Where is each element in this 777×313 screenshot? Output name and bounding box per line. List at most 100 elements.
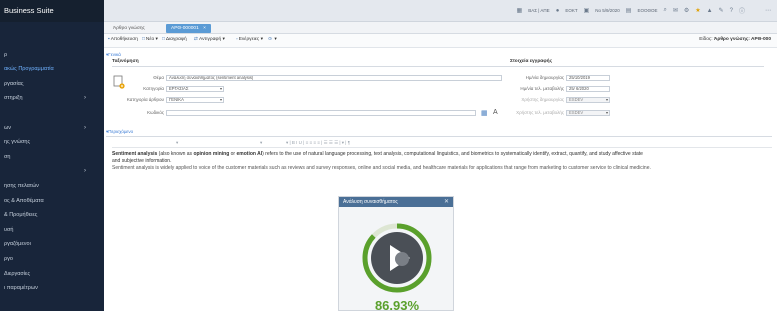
- sidebar-item-4[interactable]: στηριξη ›: [0, 92, 104, 104]
- star-icon[interactable]: ★: [695, 7, 700, 14]
- sidebar-item-17[interactable]: ι παραμέτρων: [0, 282, 104, 294]
- sidebar-item-10[interactable]: ησης πελατών: [0, 180, 104, 192]
- article-category-label: Κατηγορία άρθρου: [126, 97, 164, 102]
- save-button[interactable]: ▪Αποθήκευση: [108, 37, 138, 42]
- search-icon[interactable]: ⌕: [663, 7, 666, 14]
- save-icon: ▪: [108, 37, 110, 42]
- topbar-item-2[interactable]: ΕΟΚΤ: [565, 8, 577, 13]
- sidebar-item-label: & Προμήθειες: [4, 212, 38, 219]
- chevron-down-icon: ▾: [605, 110, 608, 115]
- modifier-field: ESDEV ▾: [566, 110, 610, 116]
- sidebar-item-label: ακώς Προγραμματία: [4, 66, 54, 73]
- tab-article-label: ΑΡΘ-000001: [171, 26, 199, 31]
- sidebar-item-label: υσή: [4, 226, 14, 233]
- title-field[interactable]: Ανάλυση συναισθήματος (sentiment analysi…: [166, 75, 502, 81]
- content-section-header[interactable]: ▾Περιεχόμενο: [106, 129, 133, 135]
- chevron-down-icon: ▾: [605, 97, 608, 102]
- close-icon[interactable]: ✕: [444, 197, 449, 207]
- record-info-heading: Στοιχεία εγγραφής: [510, 59, 553, 64]
- mail-icon[interactable]: ✉: [673, 7, 678, 14]
- sidebar-item-1[interactable]: ρ: [0, 49, 104, 61]
- top-bar-right: ▦ ΒΑΣ | ΑΠΕ ● ΕΟΚΤ ▣ Νο 5/9/2020 ▤ ΕΟΟΘΟ…: [517, 6, 771, 15]
- editor-content[interactable]: Sentiment analysis (also known as opinio…: [112, 151, 774, 172]
- actions-button[interactable]: ▫Ενέργειες ▾: [236, 37, 263, 42]
- editor-line-1: Sentiment analysis (also known as opinio…: [112, 151, 643, 157]
- sidebar-item-9[interactable]: ›: [0, 165, 104, 177]
- tab-article-record[interactable]: ΑΡΘ-000001 ×: [166, 24, 211, 33]
- sidebar-item-11[interactable]: ος & Αποθέματα: [0, 195, 104, 207]
- chevron-right-icon: ›: [84, 95, 86, 102]
- help-icon[interactable]: ?: [730, 8, 733, 14]
- chevron-right-icon: ›: [84, 124, 86, 131]
- sidebar-item-label: ησης πελατών: [4, 183, 39, 189]
- calendar-icon[interactable]: ▣: [584, 7, 590, 14]
- sidebar-item-14[interactable]: ργαζόμενοι: [0, 238, 104, 250]
- sidebar-item-8[interactable]: ση: [0, 151, 104, 163]
- sidebar-item-label: ης γνώσης: [4, 139, 31, 146]
- folder-icon[interactable]: ▦: [517, 7, 523, 14]
- alert-icon[interactable]: ▲: [707, 8, 713, 14]
- chevron-right-icon: ›: [84, 168, 86, 175]
- more-icon[interactable]: ⋯: [765, 7, 771, 14]
- paragraph-format-select[interactable]: ▾: [176, 140, 178, 146]
- settings-icon[interactable]: ⚙: [684, 7, 689, 14]
- created-date-field[interactable]: 25/10/2019: [566, 75, 610, 81]
- delete-button[interactable]: □Διαγραφή: [162, 37, 187, 42]
- code-label: Κωδικός: [147, 110, 164, 115]
- category-select[interactable]: ΕΡΓΑΣΙΑΣ ▾: [166, 86, 224, 92]
- help-menu-button[interactable]: ⊙ ▾: [268, 37, 277, 42]
- building-icon[interactable]: ▤: [626, 7, 632, 14]
- topbar-item-4[interactable]: ΕΟΟΘΟΕ: [637, 8, 657, 13]
- sentiment-panel-title: Ανάλυση συναισθήματος: [343, 199, 398, 205]
- modifier-label: Χρήστης τελ. μεταβολής: [516, 110, 564, 115]
- tab-knowledge-article[interactable]: Άρθρο γνώσης: [108, 24, 150, 33]
- updated-date-label: Ημ/νία τελ. μεταβολής: [520, 86, 564, 91]
- sidebar-item-5[interactable]: [0, 107, 104, 119]
- sidebar-item-label: ος & Αποθέματα: [4, 197, 44, 204]
- topbar-item-3[interactable]: Νο 5/9/2020: [595, 8, 620, 13]
- font-select[interactable]: ▾: [260, 140, 262, 146]
- tab-bar: Άρθρο γνώσης ΑΡΘ-000001 ×: [104, 22, 777, 34]
- chevron-down-icon: ▾: [219, 97, 222, 102]
- delete-icon: □: [162, 37, 165, 42]
- record-type: Είδος: Άρθρο γνώσης: ΑΡΘ-000: [699, 37, 771, 42]
- sentiment-panel: Ανάλυση συναισθήματος ✕ 86.93%: [338, 196, 454, 313]
- creator-label: Χρήστης δημιουργίας: [521, 97, 564, 102]
- updated-date-field[interactable]: 25/ 6/2020: [566, 86, 610, 92]
- sidebar-item-0[interactable]: [0, 34, 104, 46]
- code-field[interactable]: [166, 110, 476, 116]
- copy-button[interactable]: ⇄Αντιγραφή ▾: [194, 37, 225, 42]
- sidebar: Business Suite ρ ακώς Προγραμματία ργασίας…: [0, 0, 104, 311]
- topbar-item-1[interactable]: ΒΑΣ | ΑΠΕ: [528, 8, 549, 13]
- tab-close-icon[interactable]: ×: [203, 26, 206, 31]
- sidebar-item-label: ρ: [4, 51, 8, 58]
- sidebar-item-label: ση: [4, 153, 11, 160]
- top-bar: ▦ ΒΑΣ | ΑΠΕ ● ΕΟΚΤ ▣ Νο 5/9/2020 ▤ ΕΟΟΘΟ…: [104, 0, 777, 22]
- sidebar-item-2[interactable]: ακώς Προγραμματία: [0, 63, 104, 75]
- sidebar-item-12[interactable]: & Προμήθειες: [0, 209, 104, 221]
- copy-icon: ⇄: [194, 37, 199, 42]
- sidebar-item-15[interactable]: ργο: [0, 253, 104, 265]
- general-section-header[interactable]: ▾Γενικά: [106, 52, 121, 58]
- actions-icon: ▫: [236, 37, 238, 42]
- formatting-buttons[interactable]: ▾ | B I U | ≡ ≡ ≡ ≡ | ☰ ☰ ☰ | ▾ | ¶: [286, 140, 350, 146]
- app-window: Business Suite ρ ακώς Προγραμματία ργασίας…: [0, 0, 777, 313]
- article-category-select[interactable]: ΓΕΝΙΚΑ ▾: [166, 97, 224, 103]
- sentiment-panel-header: Ανάλυση συναισθήματος ✕: [339, 197, 453, 207]
- category-label: Κατηγορία: [143, 86, 164, 91]
- sidebar-item-3[interactable]: ργασίας: [0, 78, 104, 90]
- info-icon[interactable]: ⓘ: [739, 6, 745, 15]
- sidebar-item-16[interactable]: Διεργασίες: [0, 268, 104, 280]
- new-button[interactable]: □Νέο ▾: [142, 37, 158, 42]
- divider: [112, 66, 764, 67]
- translate-icon[interactable]: A: [493, 109, 498, 116]
- user-icon[interactable]: ●: [556, 8, 560, 14]
- sentiment-gauge: [362, 223, 432, 293]
- sidebar-item-7[interactable]: ης γνώσης: [0, 136, 104, 148]
- lookup-icon[interactable]: ▦: [481, 109, 488, 117]
- pencil-icon[interactable]: ✎: [719, 7, 724, 14]
- sidebar-item-label: στηριξη: [4, 95, 23, 102]
- sidebar-item-label: ργασίας: [4, 80, 24, 87]
- sidebar-item-6[interactable]: ων ›: [0, 122, 104, 134]
- sidebar-item-13[interactable]: υσή: [0, 224, 104, 236]
